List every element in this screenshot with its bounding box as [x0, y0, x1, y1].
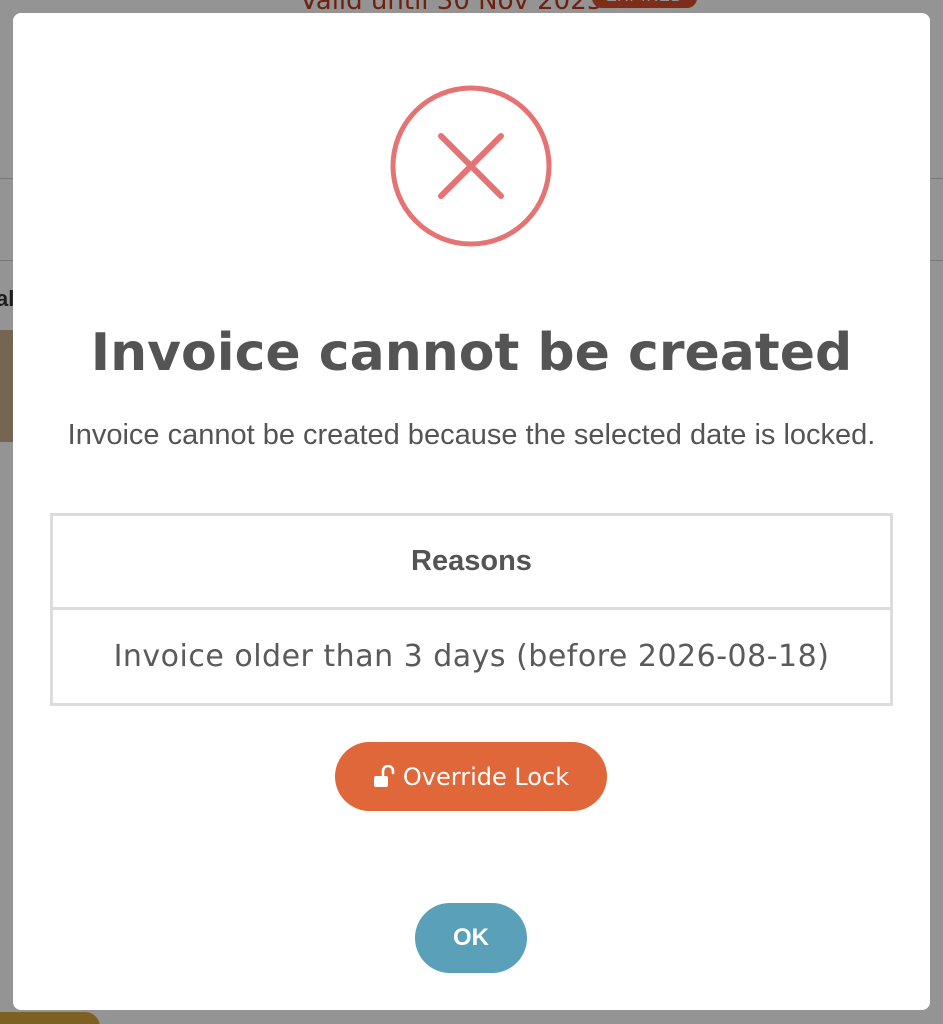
table-row: Invoice older than 3 days (before 2026-0…: [50, 607, 893, 706]
override-lock-button[interactable]: Override Lock: [335, 742, 607, 811]
table-header-row: Reasons: [50, 513, 893, 610]
override-lock-label: Override Lock: [402, 762, 570, 791]
dialog-message: Invoice cannot be created because the se…: [67, 419, 876, 451]
unlock-icon: [373, 764, 395, 789]
reason-cell: Invoice older than 3 days (before 2026-0…: [50, 607, 893, 706]
error-x-circle-icon: [390, 85, 552, 247]
reasons-table: Reasons Invoice older than 3 days (befor…: [50, 513, 893, 706]
ok-button[interactable]: OK: [415, 903, 527, 973]
reasons-header: Reasons: [50, 513, 893, 610]
dialog-title: Invoice cannot be created: [90, 323, 853, 383]
error-dialog: Invoice cannot be created Invoice cannot…: [13, 13, 930, 1010]
